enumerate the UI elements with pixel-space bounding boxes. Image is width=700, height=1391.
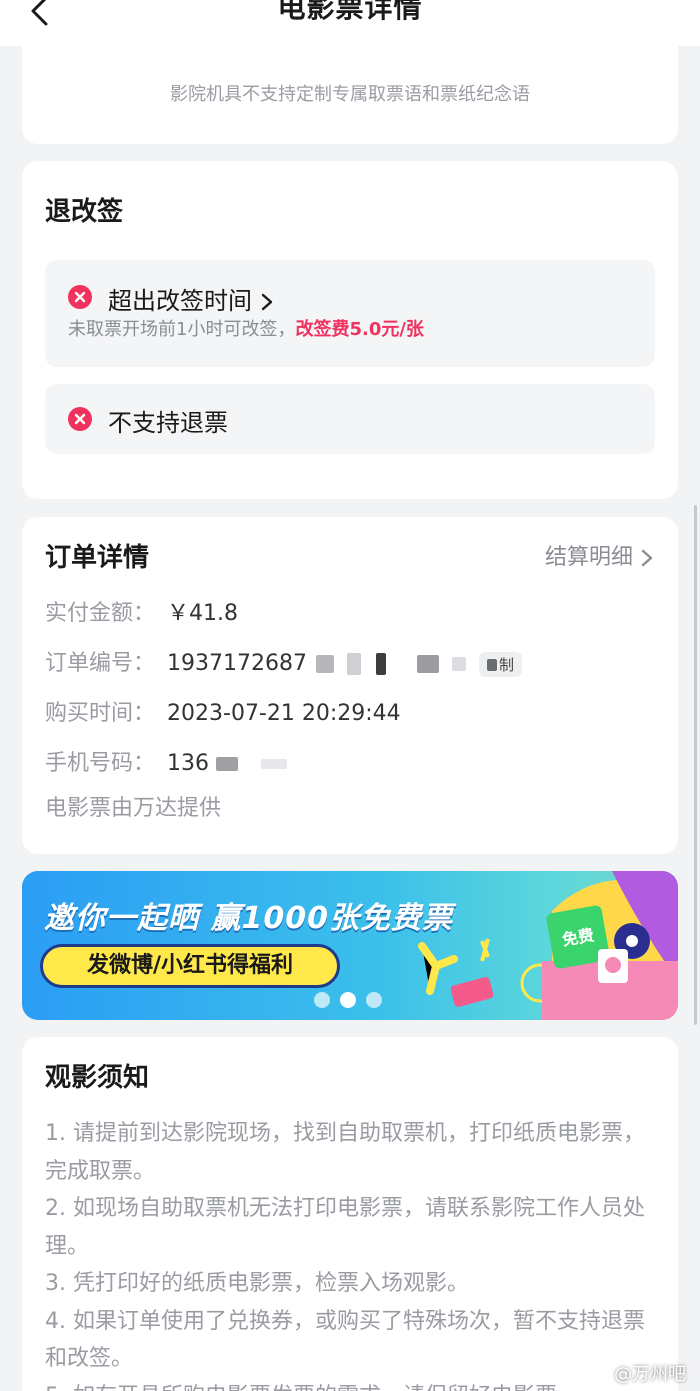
- purchase-time-value: 2023-07-21 20:29:44: [167, 701, 401, 726]
- provider-text: 电影票由万达提供: [45, 796, 222, 821]
- scrollbar[interactable]: [694, 505, 697, 1025]
- page-title: 电影票详情: [277, 0, 423, 24]
- error-x-icon: [68, 407, 92, 431]
- free-ticket-illustration: 免费: [418, 871, 678, 1020]
- settlement-details-link[interactable]: 结算明细: [545, 539, 654, 571]
- amount-value: ￥41.8: [167, 601, 239, 626]
- purchase-time-row: 购买时间： 2023-07-21 20:29:44: [45, 695, 401, 727]
- redacted-block: [376, 653, 386, 675]
- notes-item: 5. 如有开具所购电影票发票的需求，请保留好电影票: [45, 1378, 660, 1391]
- notice-text: 影院机具不支持定制专属取票语和票纸纪念语: [170, 84, 530, 105]
- purchase-time-label: 购买时间：: [45, 701, 156, 726]
- chevron-right-icon: [641, 549, 653, 567]
- redacted-block: [261, 759, 288, 769]
- order-details-card: 订单详情 结算明细 实付金额： ￥41.8 订单编号： 1937172687 制 购…: [22, 517, 678, 854]
- redacted-block: [216, 757, 239, 771]
- order-number-label: 订单编号：: [45, 651, 156, 676]
- redacted-block: [417, 655, 439, 673]
- notice-card: 影院机具不支持定制专属取票语和票纸纪念语: [22, 46, 678, 144]
- promo-banner[interactable]: 邀你一起晒 赢1000张免费票 发微博/小红书得福利 免费: [22, 871, 678, 1020]
- redacted-block: [452, 657, 466, 671]
- change-rule-sub-text: 未取票开场前1小时可改签，: [68, 319, 296, 340]
- amount-row: 实付金额： ￥41.8: [45, 595, 238, 627]
- change-rule-description: 未取票开场前1小时可改签，改签费5.0元/张: [68, 315, 424, 341]
- copy-button-label: 制: [499, 655, 515, 674]
- notes-item: 4. 如果订单使用了兑换券，或购买了特殊场次，暂不支持退票和改签。: [45, 1308, 645, 1372]
- amount-label: 实付金额：: [45, 601, 156, 626]
- order-number-value: 1937172687: [167, 651, 307, 676]
- chevron-right-icon: [261, 293, 272, 311]
- change-rule-title: 超出改签时间: [108, 281, 274, 316]
- carousel-dots: [314, 992, 382, 1008]
- viewing-notes-card: 观影须知 1. 请提前到达影院现场，找到自助取票机，打印纸质电影票，完成取票。 …: [22, 1037, 678, 1391]
- phone-label: 手机号码：: [45, 751, 156, 776]
- notes-item: 1. 请提前到达影院现场，找到自助取票机，打印纸质电影票，完成取票。: [45, 1121, 645, 1184]
- notes-section-title: 观影须知: [45, 1063, 150, 1093]
- order-number-row: 订单编号： 1937172687 制: [45, 645, 523, 677]
- top-navigation-bar: 电影票详情: [0, 0, 700, 46]
- refund-change-card: 退改签 超出改签时间 未取票开场前1小时可改签，改签费5.0元/张 不支持退票: [22, 161, 678, 499]
- redacted-block: [487, 659, 497, 671]
- notes-item: 3. 凭打印好的纸质电影票，检票入场观影。: [45, 1271, 469, 1296]
- copy-order-number-button[interactable]: 制: [479, 651, 523, 677]
- phone-value: 136: [167, 751, 210, 776]
- order-section-title: 订单详情: [45, 543, 150, 573]
- error-x-icon: [68, 285, 92, 309]
- refund-rule-box: 不支持退票: [45, 384, 655, 454]
- promo-share-button[interactable]: 发微博/小红书得福利: [40, 944, 340, 988]
- refund-rule-title: 不支持退票: [108, 409, 228, 437]
- change-rule-box[interactable]: 超出改签时间 未取票开场前1小时可改签，改签费5.0元/张: [45, 260, 655, 367]
- notes-item: 2. 如现场自助取票机无法打印电影票，请联系影院工作人员处理。: [45, 1196, 645, 1259]
- change-fee-text: 改签费5.0元/张: [295, 319, 424, 340]
- promo-banner-title: 邀你一起晒 赢1000张免费票: [44, 901, 453, 936]
- notes-list: 1. 请提前到达影院现场，找到自助取票机，打印纸质电影票，完成取票。 2. 如现…: [45, 1115, 660, 1391]
- redacted-block: [347, 653, 361, 675]
- change-rule-title-text: 超出改签时间: [108, 287, 252, 315]
- refund-section-title: 退改签: [45, 197, 124, 227]
- redacted-block: [316, 655, 334, 673]
- settlement-details-label: 结算明细: [544, 545, 633, 570]
- watermark: @万州吧: [614, 1364, 686, 1385]
- phone-row: 手机号码： 136: [45, 745, 288, 777]
